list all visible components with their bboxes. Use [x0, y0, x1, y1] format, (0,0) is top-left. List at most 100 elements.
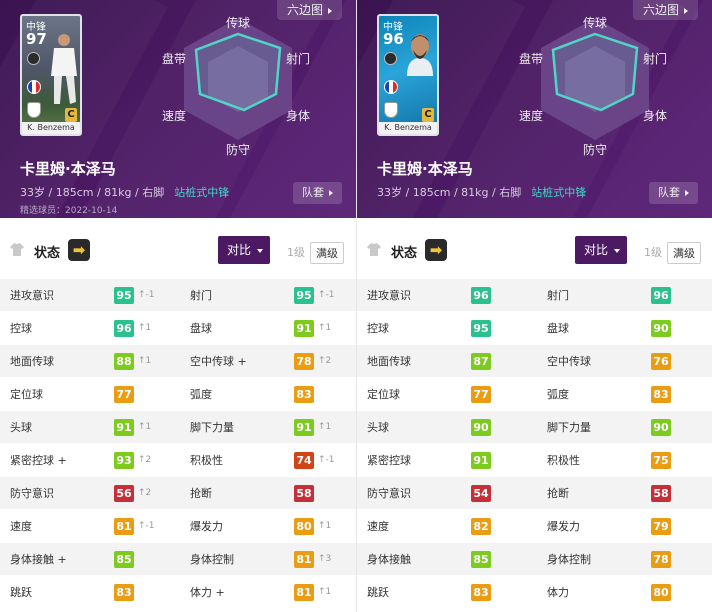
level-1-toggle[interactable]: 1级 [639, 242, 667, 264]
player-face [407, 34, 433, 76]
radar-label-shoot: 射门 [286, 52, 311, 66]
stat-name: 速度 [10, 520, 32, 533]
stat-value: 95 [471, 320, 491, 337]
stat-value: 96 [471, 287, 491, 304]
stat-value: 83 [294, 386, 314, 403]
compare-button-label: 对比 [584, 243, 609, 257]
stat-name: 身体控制 [547, 553, 591, 566]
card-grade-badge: C [65, 108, 77, 122]
radar-label-defense: 防守 [583, 143, 608, 157]
stat-value: 96 [651, 287, 671, 304]
stat-value: 77 [114, 386, 134, 403]
compare-button[interactable]: 对比 [575, 236, 627, 264]
stat-name: 头球 [367, 421, 389, 434]
stat-name: 身体控制 [190, 553, 234, 566]
stat-name: 空中传球 + [190, 355, 247, 368]
jersey-icon [367, 243, 381, 256]
card-player-name: K. Benzema [379, 122, 437, 134]
stat-delta: ↑-1 [138, 290, 155, 300]
stat-row: 速度 81 ↑-1 爆发力 80 ↑1 [0, 509, 356, 542]
stat-value: 83 [651, 386, 671, 403]
stat-delta: ↑-1 [318, 455, 335, 465]
stat-value: 87 [471, 353, 491, 370]
stat-name: 抢断 [547, 487, 569, 500]
stat-row: 速度 82 爆发力 79 [357, 509, 712, 542]
player-card[interactable]: 中锋 96 C K. Benzema [377, 14, 439, 136]
jersey-icon [10, 243, 24, 256]
player-card[interactable]: 中锋 97 C K. Benzema [20, 14, 82, 136]
stat-value: 54 [471, 485, 491, 502]
stat-name: 速度 [367, 520, 389, 533]
stat-row: 防守意识 56 ↑2 抢断 58 [0, 476, 356, 509]
card-rating: 96 [383, 30, 404, 48]
level-max-toggle[interactable]: 满级 [310, 242, 344, 264]
stat-name: 射门 [547, 289, 569, 302]
stats-table: 进攻意识 95 ↑-1 射门 95 ↑-1 控球 96 ↑1 盘球 91 ↑1 地面传球 88 ↑1 空中传球… [0, 278, 356, 608]
stat-row: 身体接触 85 身体控制 78 [357, 542, 712, 575]
player-type-icon [384, 52, 397, 65]
stat-delta: ↑1 [318, 323, 332, 333]
player-name: 卡里姆·本泽马 [20, 160, 116, 178]
stat-delta: ↑2 [138, 455, 152, 465]
stat-row: 跳跃 83 体力 + 81 ↑1 [0, 575, 356, 608]
stat-name: 脚下力量 [190, 421, 234, 434]
squad-button[interactable]: 队套 [649, 182, 698, 204]
radar-label-shoot: 射门 [643, 52, 668, 66]
player-header: 六边图 中锋 97 C K. Benzema 传球 盘带 射门 速度 身体 防守… [0, 0, 356, 218]
player-meta-text: 33岁 / 185cm / 81kg / 右脚 [377, 186, 522, 199]
stat-row: 身体接触 + 85 身体控制 81 ↑3 [0, 542, 356, 575]
stat-row: 头球 91 ↑1 脚下力量 91 ↑1 [0, 410, 356, 443]
radar-label-defense: 防守 [226, 143, 251, 157]
radar-label-speed: 速度 [519, 109, 544, 123]
level-max-toggle[interactable]: 满级 [667, 242, 701, 264]
player-meta: 33岁 / 185cm / 81kg / 右脚 站桩式中锋 [377, 184, 586, 200]
france-flag-icon [27, 80, 41, 94]
stat-value: 90 [651, 320, 671, 337]
stat-value: 82 [471, 518, 491, 535]
stat-delta: ↑1 [138, 422, 152, 432]
stat-value: 80 [294, 518, 314, 535]
stat-delta: ↑2 [318, 356, 332, 366]
stat-name: 爆发力 [190, 520, 223, 533]
level-1-toggle[interactable]: 1级 [282, 242, 310, 264]
player-role[interactable]: 站桩式中锋 [174, 186, 229, 199]
radar-label-pass: 传球 [583, 16, 608, 30]
caret-down-icon [614, 248, 621, 253]
stat-value: 93 [114, 452, 134, 469]
player-type-icon [27, 52, 40, 65]
stat-row: 头球 90 脚下力量 90 [357, 410, 712, 443]
stat-value: 95 [294, 287, 314, 304]
squad-button-label: 队套 [658, 186, 680, 199]
stat-name: 抢断 [190, 487, 212, 500]
stat-name: 盘球 [547, 322, 569, 335]
stat-value: 95 [114, 287, 134, 304]
stat-value: 58 [651, 485, 671, 502]
stat-name: 控球 [10, 322, 32, 335]
player-role[interactable]: 站桩式中锋 [531, 186, 586, 199]
stat-value: 77 [471, 386, 491, 403]
stat-name: 紧密控球 [367, 454, 411, 467]
stat-value: 91 [294, 320, 314, 337]
compare-button[interactable]: 对比 [218, 236, 270, 264]
stat-row: 定位球 77 弧度 83 [0, 377, 356, 410]
club-crest-icon [27, 102, 41, 118]
player-meta-text: 33岁 / 185cm / 81kg / 右脚 [20, 186, 165, 199]
player-meta: 33岁 / 185cm / 81kg / 右脚 站桩式中锋 [20, 184, 229, 200]
stat-value: 83 [471, 584, 491, 601]
stat-row: 控球 96 ↑1 盘球 91 ↑1 [0, 311, 356, 344]
player-header: 六边图 中锋 96 C K. Benzema 传球 盘带 射门 速度 身体 防守… [357, 0, 712, 218]
radar-label-dribble: 盘带 [162, 52, 187, 66]
stat-delta: ↑1 [138, 356, 152, 366]
stat-value: 90 [471, 419, 491, 436]
stat-delta: ↑3 [318, 554, 332, 564]
stat-name: 紧密控球 + [10, 454, 67, 467]
squad-button[interactable]: 队套 [293, 182, 342, 204]
stat-value: 90 [651, 419, 671, 436]
france-flag-icon [384, 80, 398, 94]
stat-name: 控球 [367, 322, 389, 335]
stat-name: 体力 + [190, 586, 225, 599]
card-player-name: K. Benzema [22, 122, 80, 134]
stat-name: 地面传球 [367, 355, 411, 368]
stat-name: 地面传球 [10, 355, 54, 368]
stat-value: 91 [471, 452, 491, 469]
